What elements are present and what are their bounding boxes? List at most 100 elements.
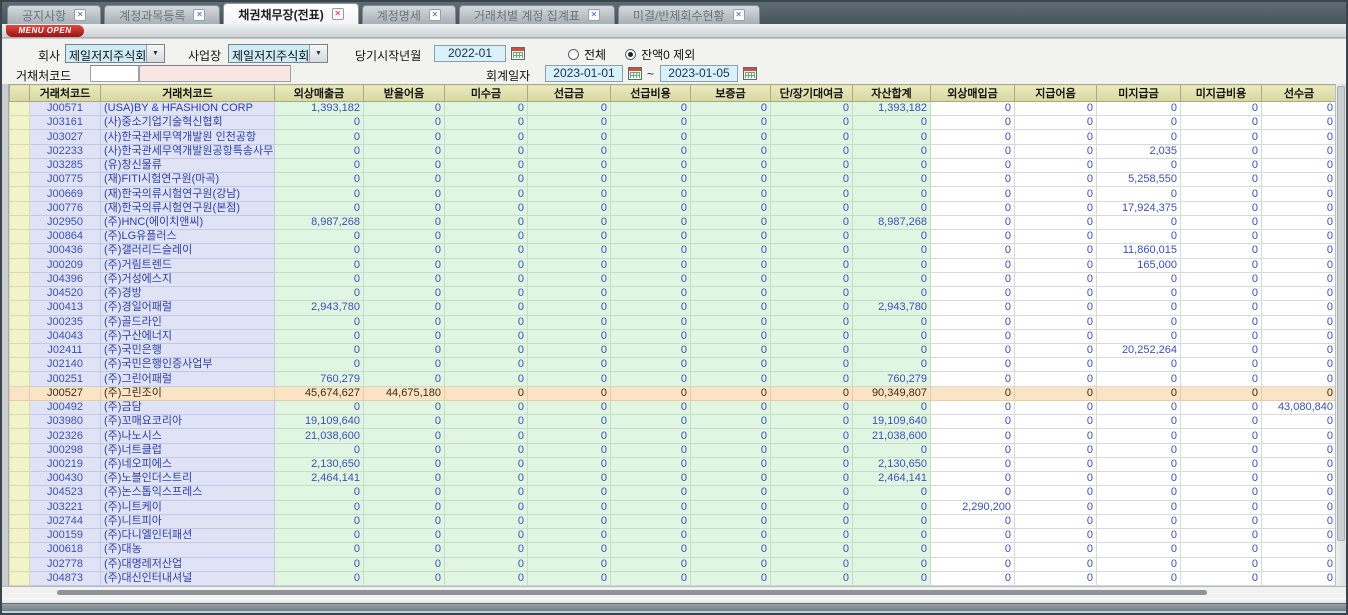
- cell-amount[interactable]: 0: [611, 301, 691, 315]
- cell-amount[interactable]: 0: [1015, 201, 1097, 215]
- cell-amount[interactable]: 0: [275, 272, 364, 286]
- cell-vendor-code[interactable]: J00527: [30, 386, 101, 400]
- cell-amount[interactable]: 0: [364, 472, 445, 486]
- tab-account-detail[interactable]: 계정명세 ✕: [362, 5, 456, 24]
- account-date-from-input[interactable]: 2023-01-01: [545, 65, 623, 82]
- cell-amount[interactable]: 43,080,840: [1262, 400, 1337, 414]
- cell-amount[interactable]: 0: [853, 258, 931, 272]
- row-selector-cell[interactable]: [10, 230, 30, 244]
- cell-amount[interactable]: 0: [445, 244, 528, 258]
- cell-vendor-code[interactable]: J00864: [30, 230, 101, 244]
- cell-amount[interactable]: 0: [528, 287, 611, 301]
- cell-amount[interactable]: 0: [1262, 230, 1337, 244]
- cell-amount[interactable]: 0: [611, 130, 691, 144]
- cell-amount[interactable]: 0: [611, 343, 691, 357]
- cell-amount[interactable]: 0: [853, 272, 931, 286]
- cell-amount[interactable]: 0: [611, 372, 691, 386]
- row-selector-cell[interactable]: [10, 201, 30, 215]
- cell-amount[interactable]: 0: [771, 358, 853, 372]
- table-row[interactable]: J00776(재)한국의류시험연구원(본점)000000000017,924,3…: [10, 201, 1337, 215]
- cell-amount[interactable]: 0: [275, 514, 364, 528]
- cell-amount[interactable]: 0: [528, 529, 611, 543]
- column-header[interactable]: 보증금: [691, 85, 771, 102]
- tab-account-register[interactable]: 계정과목등록 ✕: [104, 5, 220, 24]
- cell-amount[interactable]: 2,290,200: [931, 500, 1015, 514]
- table-row[interactable]: J00527(주)그린조이45,674,62744,675,1800000090…: [10, 386, 1337, 400]
- cell-amount[interactable]: 0: [1097, 415, 1181, 429]
- column-header[interactable]: 자산합계: [853, 85, 931, 102]
- cell-amount[interactable]: 0: [853, 116, 931, 130]
- close-icon[interactable]: ✕: [429, 9, 441, 21]
- cell-amount[interactable]: 0: [1015, 215, 1097, 229]
- cell-amount[interactable]: 0: [275, 571, 364, 585]
- cell-amount[interactable]: 0: [853, 514, 931, 528]
- cell-amount[interactable]: 0: [611, 386, 691, 400]
- cell-vendor-code[interactable]: J02233: [30, 144, 101, 158]
- row-selector-cell[interactable]: [10, 173, 30, 187]
- cell-amount[interactable]: 0: [1015, 158, 1097, 172]
- column-header[interactable]: 미지급비용: [1181, 85, 1262, 102]
- cell-vendor-name[interactable]: (주)갤러리드슬레이: [101, 244, 275, 258]
- cell-amount[interactable]: 2,943,780: [275, 301, 364, 315]
- table-row[interactable]: J04523(주)논스톱익스프레스0000000000000: [10, 486, 1337, 500]
- cell-amount[interactable]: 0: [528, 230, 611, 244]
- cell-vendor-code[interactable]: J00775: [30, 173, 101, 187]
- column-header[interactable]: 외상매입금: [931, 85, 1015, 102]
- cell-vendor-code[interactable]: J00251: [30, 372, 101, 386]
- cell-amount[interactable]: 0: [528, 244, 611, 258]
- cell-amount[interactable]: 0: [528, 144, 611, 158]
- cell-vendor-name[interactable]: (재)한국의류시험연구원(본점): [101, 201, 275, 215]
- cell-amount[interactable]: 0: [1097, 500, 1181, 514]
- cell-amount[interactable]: 0: [1181, 386, 1262, 400]
- cell-vendor-name[interactable]: (주)LG유플러스: [101, 230, 275, 244]
- cell-amount[interactable]: 0: [691, 443, 771, 457]
- cell-amount[interactable]: 0: [931, 215, 1015, 229]
- cell-amount[interactable]: 0: [691, 486, 771, 500]
- cell-amount[interactable]: 0: [771, 102, 853, 116]
- cell-amount[interactable]: 0: [611, 215, 691, 229]
- cell-amount[interactable]: 0: [1262, 187, 1337, 201]
- cell-amount[interactable]: 0: [931, 429, 1015, 443]
- cell-amount[interactable]: 0: [1262, 272, 1337, 286]
- cell-amount[interactable]: 0: [445, 500, 528, 514]
- column-header[interactable]: 지급어음: [1015, 85, 1097, 102]
- cell-amount[interactable]: 0: [611, 443, 691, 457]
- cell-amount[interactable]: 0: [364, 287, 445, 301]
- cell-amount[interactable]: 0: [1097, 457, 1181, 471]
- table-row[interactable]: J02140(주)국민은행인증사업부0000000000000: [10, 358, 1337, 372]
- cell-vendor-name[interactable]: (주)나노시스: [101, 429, 275, 443]
- cell-amount[interactable]: 0: [691, 329, 771, 343]
- cell-vendor-code[interactable]: J00235: [30, 315, 101, 329]
- cell-vendor-code[interactable]: J00159: [30, 529, 101, 543]
- cell-amount[interactable]: 0: [691, 358, 771, 372]
- cell-amount[interactable]: 0: [275, 486, 364, 500]
- cell-amount[interactable]: 0: [1181, 287, 1262, 301]
- cell-amount[interactable]: 0: [771, 272, 853, 286]
- cell-amount[interactable]: 0: [1181, 144, 1262, 158]
- cell-amount[interactable]: 0: [611, 287, 691, 301]
- vertical-scrollbar[interactable]: [1335, 84, 1346, 586]
- cell-amount[interactable]: 0: [275, 130, 364, 144]
- cell-amount[interactable]: 0: [1181, 571, 1262, 585]
- cell-amount[interactable]: 0: [611, 116, 691, 130]
- table-row[interactable]: J00219(주)네오피에스2,130,6500000002,130,65000…: [10, 457, 1337, 471]
- cell-amount[interactable]: 0: [611, 258, 691, 272]
- cell-amount[interactable]: 2,464,141: [275, 472, 364, 486]
- table-row[interactable]: J00618(주)대농0000000000000: [10, 543, 1337, 557]
- cell-vendor-name[interactable]: (주)노블인더스트리: [101, 472, 275, 486]
- cell-amount[interactable]: 0: [1181, 514, 1262, 528]
- cell-amount[interactable]: 0: [445, 343, 528, 357]
- cell-amount[interactable]: 0: [364, 400, 445, 414]
- cell-amount[interactable]: 0: [445, 201, 528, 215]
- cell-amount[interactable]: 0: [1015, 116, 1097, 130]
- cell-amount[interactable]: 0: [445, 230, 528, 244]
- cell-amount[interactable]: 0: [931, 443, 1015, 457]
- row-selector-cell[interactable]: [10, 144, 30, 158]
- row-selector-cell[interactable]: [10, 301, 30, 315]
- cell-amount[interactable]: 0: [445, 457, 528, 471]
- table-row[interactable]: J00413(주)경일어패럴2,943,7800000002,943,78000…: [10, 301, 1337, 315]
- table-row[interactable]: J00436(주)갤러리드슬레이000000000011,860,01500: [10, 244, 1337, 258]
- table-row[interactable]: J02411(주)국민은행000000000020,252,26400: [10, 343, 1337, 357]
- vendor-code-input[interactable]: [90, 65, 139, 82]
- cell-amount[interactable]: 0: [1181, 173, 1262, 187]
